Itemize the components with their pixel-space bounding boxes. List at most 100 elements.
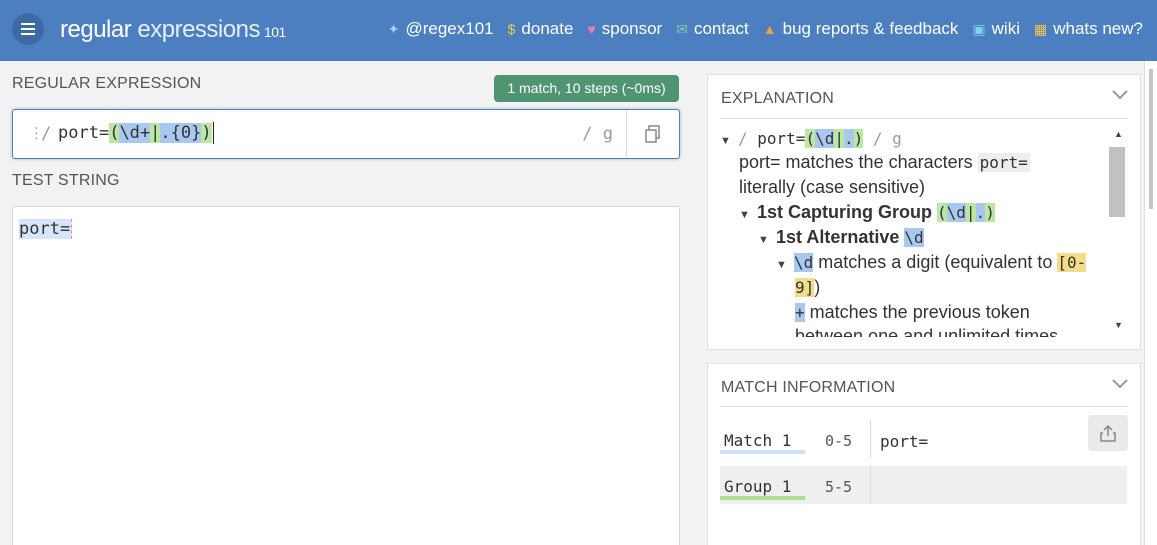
page-scrollbar[interactable] [1144,61,1157,545]
menu-icon[interactable] [12,13,44,45]
nav-label: contact [693,19,749,38]
nav-contact[interactable]: ✉ contact [676,19,749,39]
collapse-triangle-icon[interactable]: ▼ [739,209,757,221]
page-scroll-thumb[interactable] [1149,69,1153,209]
brand-number: 101 [263,24,286,40]
brand-logo[interactable]: regular expressions 101 [60,16,286,44]
chevron-down-icon[interactable] [1112,87,1128,105]
scroll-down-icon[interactable]: ▼ [1114,320,1123,330]
regex-flags[interactable]: / g [582,124,613,144]
explanation-digit: ▼ \d matches a digit (equivalent to [0- [776,252,1087,273]
text-caret [212,122,214,144]
divider [720,118,1128,119]
twitter-icon: ✦ [387,21,400,37]
news-icon: ▦ [1033,21,1048,37]
warning-icon: ▲ [762,21,777,37]
explanation-quantifier: between one and unlimited times [795,326,1059,337]
exp-flags: / g [863,129,902,148]
nav-sponsor[interactable]: ♥ sponsor [587,19,662,39]
explanation-digit-cont: 9]) [795,277,820,298]
alternative-code: \d [904,228,924,247]
exp-literal-name: port= [739,152,781,172]
nav-wiki[interactable]: ▣ wiki [972,19,1020,39]
digit-close: ) [814,277,821,297]
collapse-triangle-icon[interactable]: ▼ [776,259,794,271]
top-nav: ✦ @regex101 $ donate ♥ sponsor ✉ contact… [388,19,1143,39]
explanation-scrollbar[interactable]: ▲ ▼ [1108,127,1126,335]
test-string-editor[interactable]: port= [12,206,680,545]
digit-range-a: [0- [1057,253,1087,272]
nav-twitter[interactable]: ✦ @regex101 [388,19,494,39]
digit-range-b: 9] [795,278,815,297]
exp-literal: port= [757,129,806,148]
match-highlight: port= [19,219,73,239]
nav-label: sponsor [601,19,663,38]
nav-label: wiki [991,19,1020,38]
copy-button[interactable] [627,110,679,158]
regex-group-open: ( [109,123,120,143]
regex-alternation: | [150,123,161,143]
group-name: Group 1 [720,474,805,500]
nav-label: whats new? [1053,19,1143,38]
scroll-up-icon[interactable]: ▲ [1114,129,1123,139]
plus-text: matches the previous token [804,302,1030,322]
exp-literal-text: matches the characters [780,152,978,172]
group-row[interactable]: Group 1 5-5 [720,466,1127,504]
nav-whats-new[interactable]: ▦ whats new? [1034,19,1143,39]
test-section-label: TEST STRING [12,172,120,189]
match-value: port= [880,432,929,451]
chevron-down-icon[interactable] [1112,376,1128,394]
match-name: Match 1 [720,428,805,454]
explanation-title: EXPLANATION [721,90,835,107]
digit-code: \d [794,253,814,272]
group-range: 5-5 [825,478,853,496]
explanation-plus: + matches the previous token [795,302,1030,323]
regex-section-label: REGULAR EXPRESSION [12,75,202,92]
mail-icon: ✉ [676,21,688,37]
copy-icon [645,125,660,143]
digit-text: matches a digit (equivalent to [813,252,1058,272]
top-bar: regular expressions 101 ✦ @regex101 $ don… [0,0,1157,61]
regex-digit-token: \d+ [119,123,151,143]
plus-code: + [795,303,805,322]
match-range: 0-5 [825,432,853,450]
regex-pattern[interactable]: port=(\d+|.{0}) [58,122,214,144]
collapse-triangle-icon[interactable]: ▼ [720,135,738,147]
regex-dot-token: .{0} [160,123,202,143]
wiki-icon: ▣ [972,21,986,37]
group-label: 1st Capturing Group [757,202,932,222]
nav-label: bug reports & feedback [782,19,959,38]
divider [870,466,871,504]
explanation-line-pattern: ▼ / port=(\d|.) / g [720,128,902,149]
match-summary-badge: 1 match, 10 steps (~0ms) [494,75,679,102]
regex-literal: port= [58,123,110,143]
nav-donate[interactable]: $ donate [508,19,574,39]
explanation-line-case: literally (case sensitive) [739,177,926,197]
explanation-line-literal: port= matches the characters port= [739,152,1030,173]
explanation-alternative-1: ▼ 1st Alternative \d [758,227,924,248]
exp-group-open: ( [805,129,816,148]
regex-open-delimiter: / [41,124,52,144]
brand-light: expressions [131,16,260,43]
divider [870,420,871,458]
exp-literal-code: port= [977,153,1030,172]
nav-bug-reports[interactable]: ▲ bug reports & feedback [763,19,959,39]
nav-label: donate [521,19,574,38]
heart-icon: ♥ [587,21,596,37]
divider [720,406,1128,407]
explanation-scroll-thumb[interactable] [1109,147,1125,217]
exp-delim: / [738,129,758,148]
nav-label: @regex101 [405,19,494,38]
dollar-icon: $ [507,21,516,37]
brand-main: regular [60,16,132,43]
regex-group-close: ) [201,123,212,143]
exp-dot: . [843,129,854,148]
alternative-label: 1st Alternative [776,227,900,247]
match-row[interactable]: Match 1 0-5 port= [720,420,1127,458]
exp-group-close: ) [853,129,864,148]
test-string-text[interactable]: port= [19,219,73,239]
regex-input[interactable]: ⋮ / port=(\d+|.{0}) / g [12,109,680,159]
explanation-group-1: ▼ 1st Capturing Group (\d|.) [739,202,995,222]
match-info-title: MATCH INFORMATION [721,379,896,396]
collapse-triangle-icon[interactable]: ▼ [758,234,776,246]
